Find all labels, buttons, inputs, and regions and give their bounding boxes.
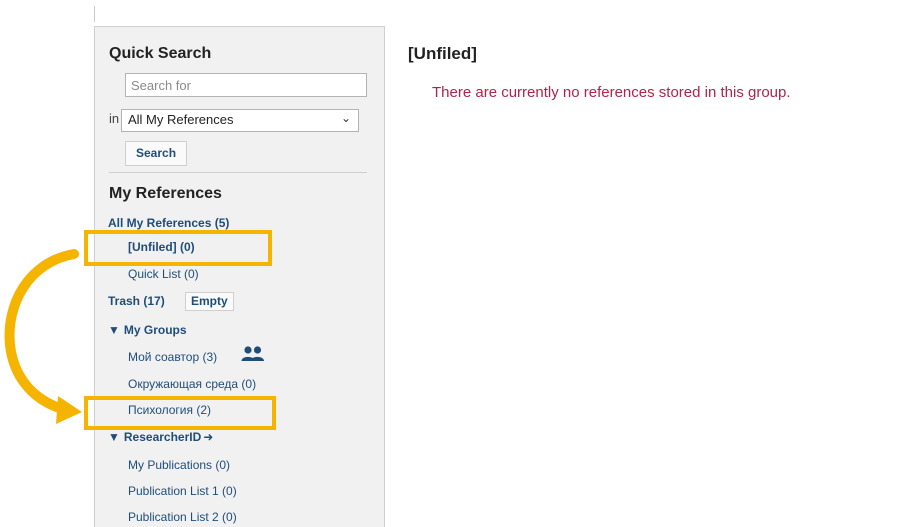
top-divider [94, 6, 95, 22]
empty-trash-button[interactable]: Empty [185, 292, 234, 311]
page-title: [Unfiled] [408, 44, 477, 63]
empty-state-message: There are currently no references stored… [432, 84, 791, 101]
all-my-references-link[interactable]: All My References (5) [108, 216, 229, 230]
quick-list-link[interactable]: Quick List (0) [128, 267, 199, 281]
arrow-right-icon: ➜ [203, 430, 214, 444]
chevron-down-icon: ⌄ [340, 111, 351, 125]
my-references-title: My References [109, 185, 222, 202]
in-label: in [109, 111, 120, 126]
quick-search-title: Quick Search [109, 45, 212, 62]
triangle-down-icon: ▼ [108, 323, 120, 337]
publication-list-2-link[interactable]: Publication List 2 (0) [128, 510, 237, 524]
scope-select[interactable]: All My References ⌄ [121, 109, 359, 132]
trash-link[interactable]: Trash (17) [108, 294, 165, 308]
page: Quick Search in All My References ⌄ Sear… [0, 0, 921, 527]
publication-list-1-link[interactable]: Publication List 1 (0) [128, 484, 237, 498]
my-groups-toggle[interactable]: ▼ My Groups [108, 323, 187, 337]
shared-group-icon [241, 346, 264, 361]
scope-select-value: All My References [128, 112, 234, 127]
highlight-box-psychology [84, 396, 276, 430]
my-publications-link[interactable]: My Publications (0) [128, 458, 230, 472]
triangle-down-icon: ▼ [108, 430, 120, 444]
researcherid-toggle[interactable]: ▼ ResearcherID ➜ [108, 430, 213, 444]
divider [109, 172, 367, 173]
group-link-environment[interactable]: Окружающая среда (0) [128, 377, 256, 391]
researcherid-label: ResearcherID [123, 430, 202, 444]
group-link-coauthor[interactable]: Мой соавтор (3) [128, 350, 217, 364]
search-button[interactable]: Search [125, 141, 188, 166]
search-input[interactable] [125, 73, 367, 97]
highlight-box-unfiled [84, 230, 272, 266]
my-groups-label: My Groups [123, 323, 187, 337]
